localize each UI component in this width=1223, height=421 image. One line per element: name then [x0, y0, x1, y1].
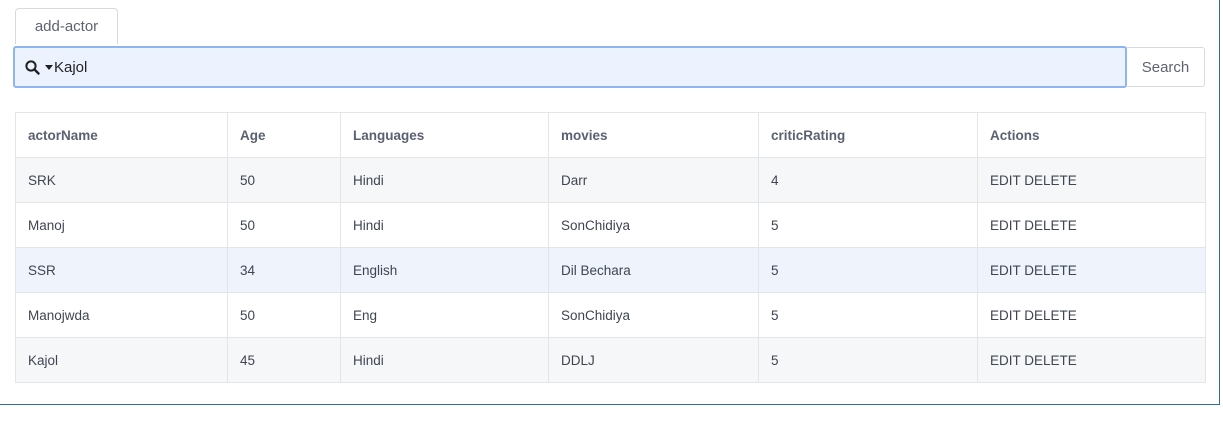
table-row: Kajol 45 Hindi DDLJ 5 EDIT DELETE [15, 337, 1206, 383]
column-header-actorname: actorName [15, 112, 228, 158]
delete-button[interactable]: DELETE [1024, 218, 1077, 233]
cell-age: 34 [227, 247, 341, 293]
actors-table: actorName Age Languages movies criticRat… [15, 112, 1206, 383]
search-field[interactable] [13, 46, 1127, 88]
cell-actions: EDIT DELETE [977, 247, 1206, 293]
cell-movies: DDLJ [548, 337, 759, 383]
delete-button[interactable]: DELETE [1024, 173, 1077, 188]
table-row: SSR 34 English Dil Bechara 5 EDIT DELETE [15, 247, 1206, 293]
cell-actions: EDIT DELETE [977, 292, 1206, 338]
delete-button[interactable]: DELETE [1024, 308, 1077, 323]
cell-age: 50 [227, 202, 341, 248]
delete-button[interactable]: DELETE [1024, 353, 1077, 368]
cell-actorname: Kajol [15, 337, 228, 383]
cell-actions: EDIT DELETE [977, 202, 1206, 248]
add-actor-tab[interactable]: add-actor [15, 8, 118, 44]
search-bar: Search [13, 46, 1205, 90]
cell-languages: Hindi [340, 337, 549, 383]
cell-criticrating: 4 [758, 157, 978, 203]
cell-age: 45 [227, 337, 341, 383]
cell-actions: EDIT DELETE [977, 157, 1206, 203]
cell-criticrating: 5 [758, 202, 978, 248]
column-header-age: Age [227, 112, 341, 158]
edit-button[interactable]: EDIT [990, 173, 1021, 188]
edit-button[interactable]: EDIT [990, 353, 1021, 368]
cell-languages: Hindi [340, 202, 549, 248]
cell-movies: SonChidiya [548, 202, 759, 248]
table-row: Manojwda 50 Eng SonChidiya 5 EDIT DELETE [15, 292, 1206, 338]
search-icon [25, 59, 40, 75]
column-header-languages: Languages [340, 112, 549, 158]
cell-languages: English [340, 247, 549, 293]
cell-actorname: SSR [15, 247, 228, 293]
cell-age: 50 [227, 157, 341, 203]
delete-button[interactable]: DELETE [1024, 263, 1077, 278]
cell-languages: Eng [340, 292, 549, 338]
cell-actorname: Manojwda [15, 292, 228, 338]
cell-criticrating: 5 [758, 292, 978, 338]
column-header-criticrating: criticRating [758, 112, 978, 158]
cell-actorname: Manoj [15, 202, 228, 248]
table-row: SRK 50 Hindi Darr 4 EDIT DELETE [15, 157, 1206, 203]
cell-criticrating: 5 [758, 247, 978, 293]
edit-button[interactable]: EDIT [990, 218, 1021, 233]
cell-actions: EDIT DELETE [977, 337, 1206, 383]
cell-languages: Hindi [340, 157, 549, 203]
cell-movies: Dil Bechara [548, 247, 759, 293]
table-row: Manoj 50 Hindi SonChidiya 5 EDIT DELETE [15, 202, 1206, 248]
caret-down-icon[interactable] [45, 65, 53, 70]
cell-age: 50 [227, 292, 341, 338]
search-button[interactable]: Search [1127, 47, 1205, 87]
table-header-row: actorName Age Languages movies criticRat… [15, 112, 1206, 158]
column-header-actions: Actions [977, 112, 1206, 158]
edit-button[interactable]: EDIT [990, 263, 1021, 278]
search-input[interactable] [54, 52, 1094, 82]
cell-movies: Darr [548, 157, 759, 203]
cell-criticrating: 5 [758, 337, 978, 383]
cell-movies: SonChidiya [548, 292, 759, 338]
cell-actorname: SRK [15, 157, 228, 203]
column-header-movies: movies [548, 112, 759, 158]
edit-button[interactable]: EDIT [990, 308, 1021, 323]
